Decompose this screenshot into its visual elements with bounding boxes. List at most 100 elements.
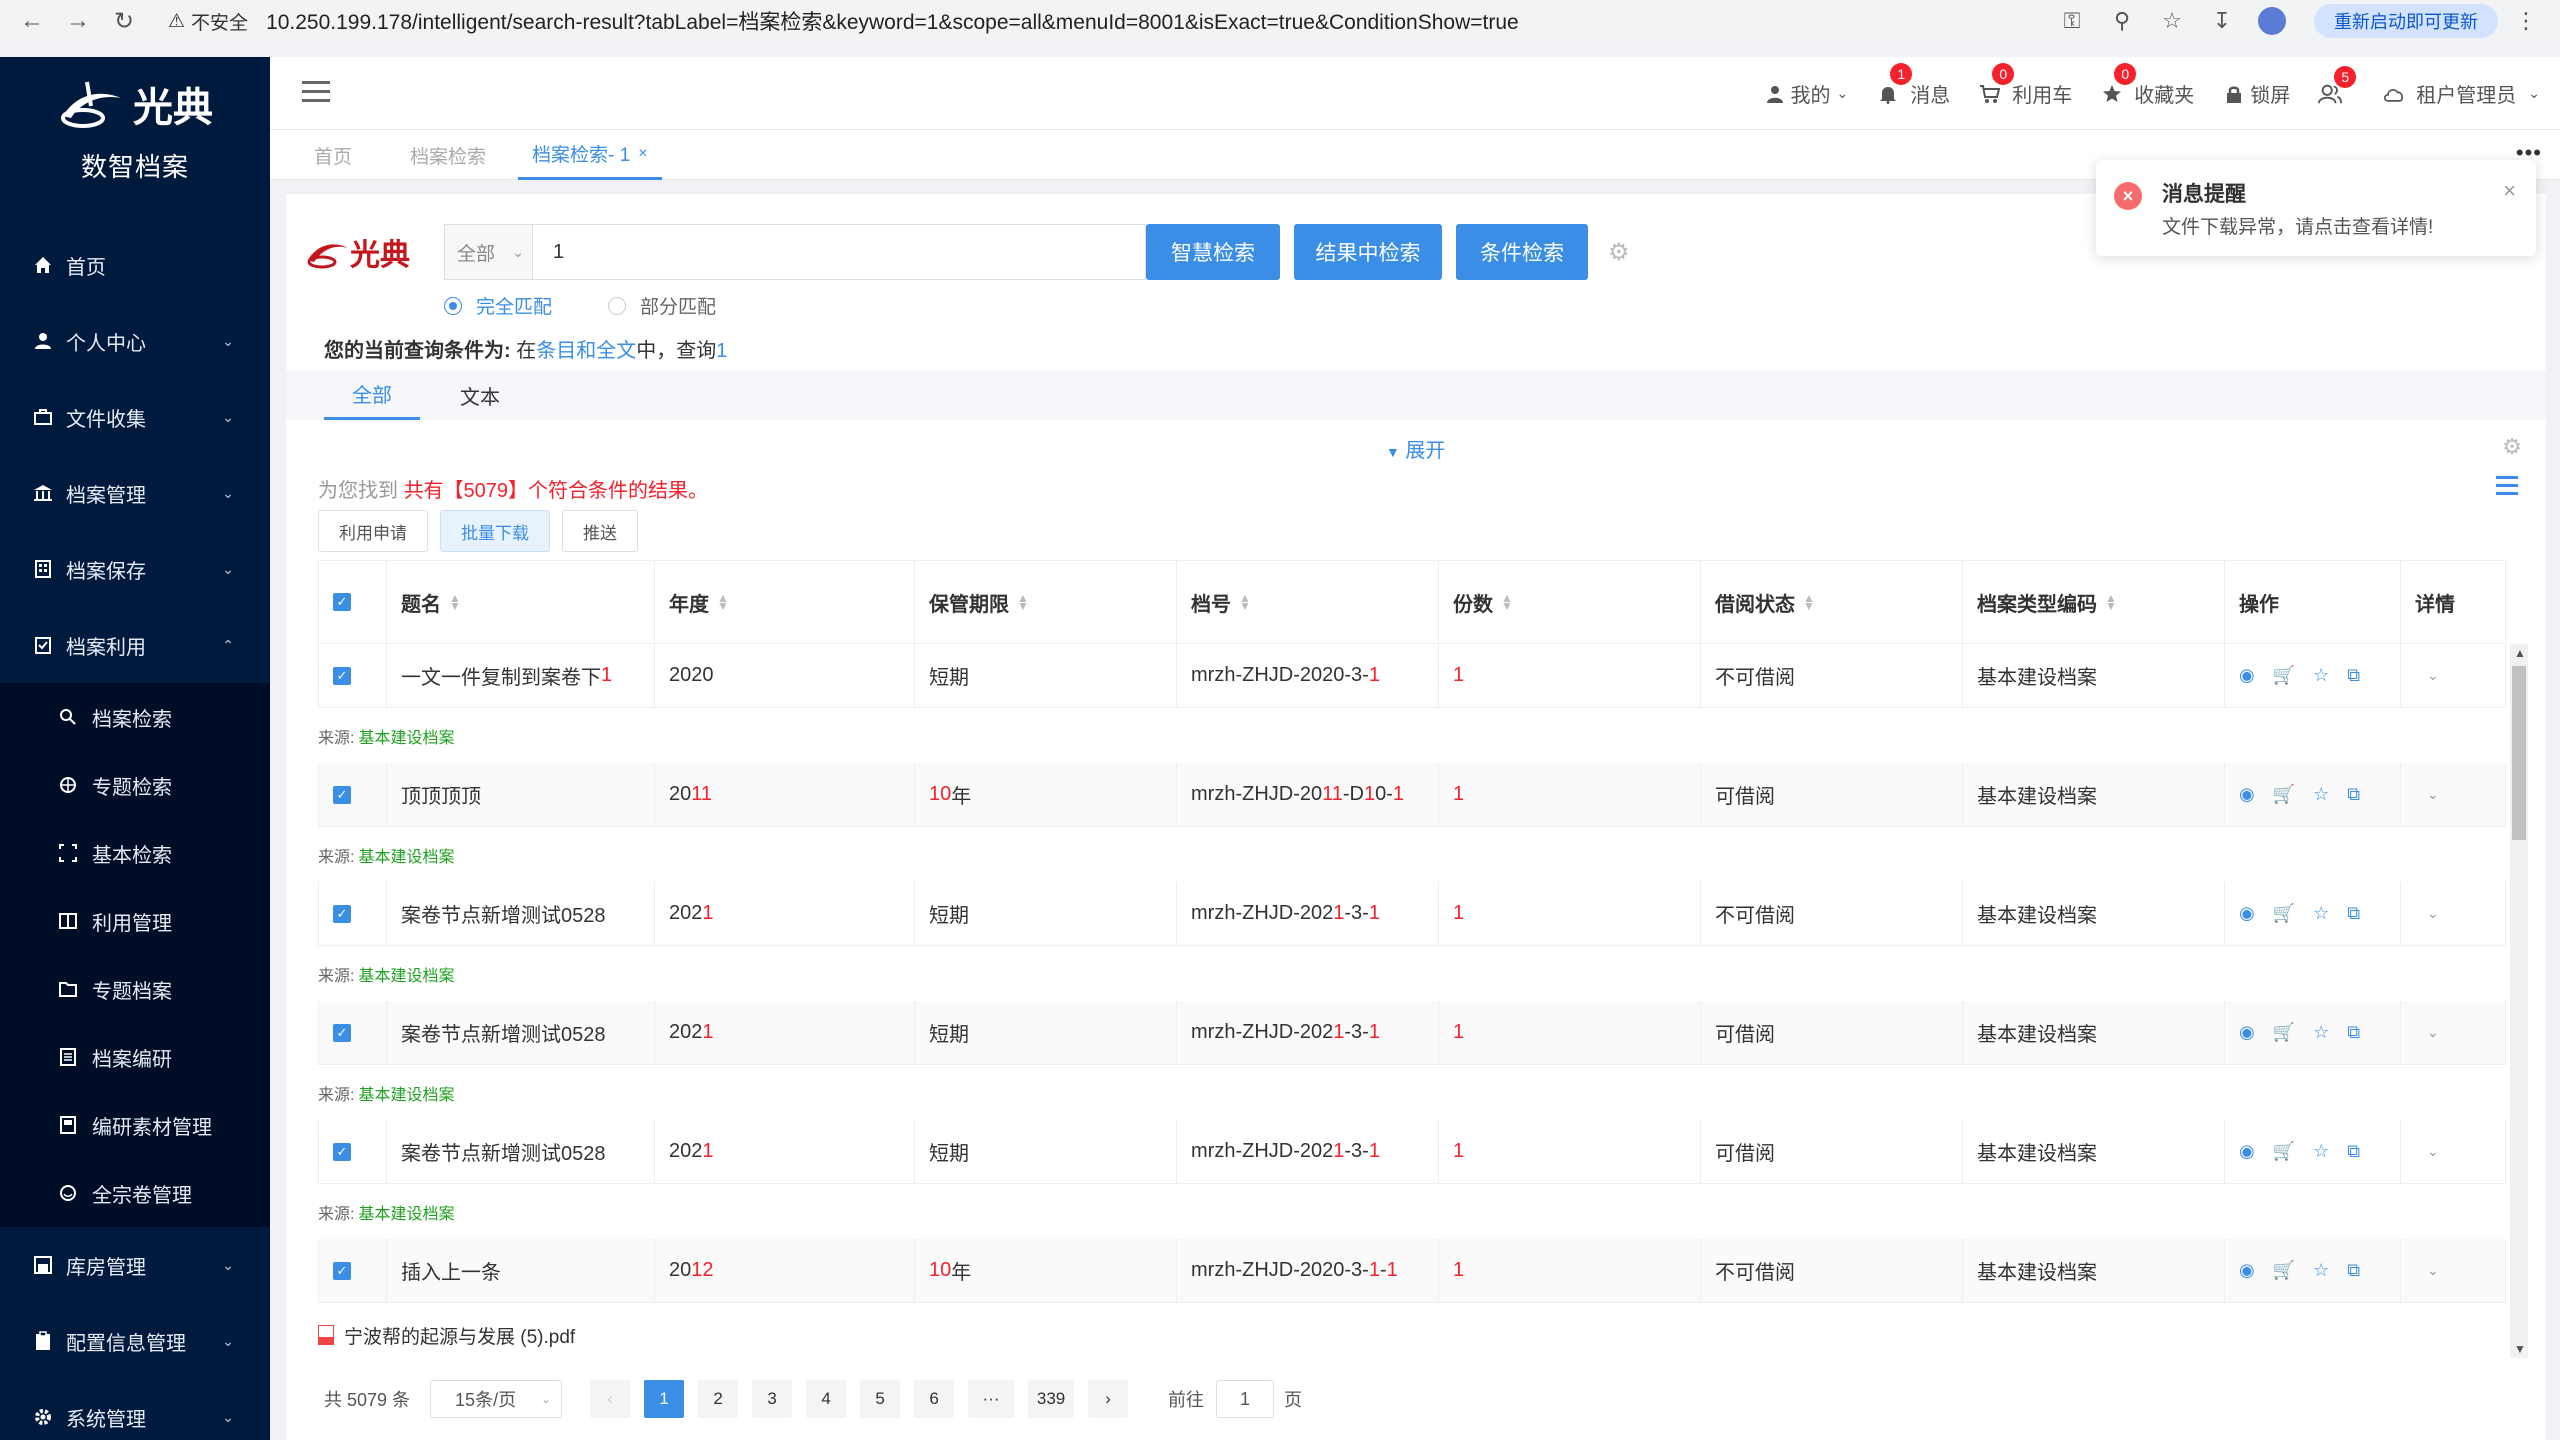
chevron-down-icon[interactable]: ⌄ xyxy=(2427,667,2439,684)
sidebar-item-archive-utilization[interactable]: 档案利用 ⌃ xyxy=(0,607,270,683)
copy-icon[interactable]: ⧉ xyxy=(2347,903,2360,924)
tab-archive-search[interactable]: 档案检索 xyxy=(410,130,486,180)
row-checkbox[interactable]: ✓ xyxy=(333,1261,351,1280)
sort-icon[interactable]: ▲ ▼ xyxy=(2105,592,2117,612)
star-icon[interactable]: ☆ xyxy=(2313,1022,2329,1043)
sidebar-item-system-management[interactable]: 系统管理 ⌄ xyxy=(0,1379,270,1440)
toast-message[interactable]: 文件下载异常，请点击查看详情! xyxy=(2162,212,2433,239)
forward-icon[interactable]: → xyxy=(64,7,92,35)
cart-icon[interactable]: 🛒 xyxy=(2273,1260,2295,1281)
kebab-menu-icon[interactable]: ⋮ xyxy=(2512,7,2540,35)
partial-match-radio[interactable] xyxy=(608,296,627,315)
sidebar-item-basic-search[interactable]: 基本检索 xyxy=(0,819,270,887)
page-size-select[interactable]: 15条/页 ⌄ xyxy=(430,1380,563,1418)
pdf-attachment[interactable]: 宁波帮的起源与发展 (5).pdf xyxy=(318,1303,2506,1367)
chevron-down-icon[interactable]: ⌄ xyxy=(2427,905,2439,922)
address-bar[interactable]: 10.250.199.178/intelligent/search-result… xyxy=(266,6,1519,36)
sort-icon[interactable]: ▲ ▼ xyxy=(1239,592,1251,612)
view-icon[interactable]: ◉ xyxy=(2239,1260,2255,1281)
push-button[interactable]: 推送 xyxy=(562,510,638,552)
table-row[interactable]: ✓ 案卷节点新增测试0528 202 1 短期 mrzh-ZHJD-202 1 -3- 1 1 可借… xyxy=(318,1001,2506,1065)
chevron-down-icon[interactable]: ⌄ xyxy=(2427,1024,2439,1041)
row-checkbox[interactable]: ✓ xyxy=(333,1023,351,1042)
zoom-icon[interactable]: ⚲ xyxy=(2108,7,2136,35)
gear-icon[interactable]: ⚙ xyxy=(1608,238,1630,267)
scroll-up-icon[interactable]: ▲ xyxy=(2514,646,2526,660)
scroll-down-icon[interactable]: ▼ xyxy=(2514,1342,2526,1356)
close-icon[interactable]: × xyxy=(638,145,647,163)
cart-icon[interactable]: 🛒 xyxy=(2273,1022,2295,1043)
apply-usage-button[interactable]: 利用申请 xyxy=(318,510,428,552)
sidebar-item-usage-management[interactable]: 利用管理 xyxy=(0,887,270,955)
table-row[interactable]: ✓ 案卷节点新增测试0528 202 1 短期 mrzh-ZHJD-202 1 -3- 1 1 可借… xyxy=(318,1120,2506,1184)
copy-icon[interactable]: ⧉ xyxy=(2347,1141,2360,1162)
chevron-down-icon[interactable]: ⌄ xyxy=(2427,1262,2439,1279)
col-borrow-status[interactable]: 借阅状态 ▲ ▼ xyxy=(1701,561,1963,643)
lock-screen-button[interactable]: 锁屏 xyxy=(2222,79,2290,108)
sidebar-item-fonds-management[interactable]: 全宗卷管理 xyxy=(0,1159,270,1227)
sort-icon[interactable]: ▲ ▼ xyxy=(449,592,461,612)
table-row[interactable]: ✓ 顶顶顶顶 20 11 10 年 mrzh-ZHJD-20 11 -D 1 0- 1 1 可借阅 基本建设… xyxy=(318,763,2506,827)
download-icon[interactable]: ↧ xyxy=(2208,7,2236,35)
condition-search-button[interactable]: 条件检索 xyxy=(1456,224,1588,280)
scrollbar-thumb[interactable] xyxy=(2512,666,2526,840)
page-button[interactable]: 4 xyxy=(806,1380,847,1418)
page-button[interactable]: 1 xyxy=(644,1380,685,1418)
view-icon[interactable]: ◉ xyxy=(2239,1141,2255,1162)
online-users-button[interactable]: 5 xyxy=(2318,65,2357,106)
cart-icon[interactable]: 🛒 xyxy=(2273,903,2295,924)
table-row[interactable]: ✓ 插入上一条 20 12 10 年 mrzh-ZHJD-2020-3- 1-1 1 不可借阅 基本… xyxy=(318,1239,2506,1303)
sidebar-item-archive-management[interactable]: 档案管理 ⌄ xyxy=(0,455,270,531)
key-icon[interactable]: ⚿ xyxy=(2058,7,2086,35)
page-button[interactable]: ··· xyxy=(968,1380,1015,1418)
sidebar-item-personal-center[interactable]: 个人中心 ⌄ xyxy=(0,303,270,379)
cart-icon[interactable]: 🛒 xyxy=(2273,665,2295,686)
view-icon[interactable]: ◉ xyxy=(2239,784,2255,805)
list-view-icon[interactable] xyxy=(2496,476,2518,500)
star-icon[interactable]: ☆ xyxy=(2313,1141,2329,1162)
row-checkbox[interactable]: ✓ xyxy=(333,666,351,685)
sidebar-item-topic-archive[interactable]: 专题档案 xyxy=(0,955,270,1023)
row-checkbox[interactable]: ✓ xyxy=(333,785,351,804)
sidebar-item-compilation-material[interactable]: 编研素材管理 xyxy=(0,1091,270,1159)
hamburger-menu-icon[interactable] xyxy=(302,81,330,103)
batch-download-button[interactable]: 批量下载 xyxy=(440,510,550,552)
goto-page-input[interactable]: 1 xyxy=(1216,1380,1275,1418)
star-icon[interactable]: ☆ xyxy=(2313,784,2329,805)
copy-icon[interactable]: ⧉ xyxy=(2347,665,2360,686)
keyword-input[interactable]: 1 xyxy=(532,224,1146,280)
insecure-indicator[interactable]: ⚠ 不安全 xyxy=(168,8,248,35)
tab-text[interactable]: 文本 xyxy=(444,370,516,420)
sidebar-item-file-collection[interactable]: 文件收集 ⌄ xyxy=(0,379,270,455)
col-retention[interactable]: 保管期限 ▲ ▼ xyxy=(915,561,1177,643)
page-button[interactable]: 339 xyxy=(1028,1380,1075,1418)
smart-search-button[interactable]: 智慧检索 xyxy=(1146,224,1280,280)
expand-toggle[interactable]: ▼ 展开 xyxy=(1386,434,1445,463)
prev-page-button[interactable]: ‹ xyxy=(590,1380,631,1418)
page-button[interactable]: 5 xyxy=(860,1380,901,1418)
star-icon[interactable]: ☆ xyxy=(2313,903,2329,924)
copy-icon[interactable]: ⧉ xyxy=(2347,1022,2360,1043)
select-all-checkbox[interactable]: ✓ xyxy=(333,593,351,611)
close-icon[interactable]: × xyxy=(2503,178,2516,204)
messages-button[interactable]: 1 消息 xyxy=(1876,63,1950,108)
tenant-admin-menu[interactable]: 租户管理员 ⌄ xyxy=(2382,79,2540,108)
sidebar-item-config-management[interactable]: 配置信息管理 ⌄ xyxy=(0,1303,270,1379)
sidebar-item-archive-storage[interactable]: 档案保存 ⌄ xyxy=(0,531,270,607)
table-row[interactable]: ✓ 一文一件复制到案卷下 1 2020 短期 mrzh-ZHJD-2020-3- 1 1 不可借… xyxy=(318,644,2506,708)
col-type-code[interactable]: 档案类型编码 ▲ ▼ xyxy=(1963,561,2225,643)
restart-update-button[interactable]: 重新启动即可更新 xyxy=(2314,4,2498,38)
gear-icon[interactable]: ⚙ xyxy=(2502,434,2522,460)
tab-home[interactable]: 首页 xyxy=(314,130,352,180)
star-icon[interactable]: ☆ xyxy=(2313,665,2329,686)
view-icon[interactable]: ◉ xyxy=(2239,903,2255,924)
scope-select[interactable]: 全部 ⌄ xyxy=(444,224,532,280)
sort-icon[interactable]: ▲ ▼ xyxy=(1501,592,1513,612)
sidebar-item-archive-search[interactable]: 档案检索 xyxy=(0,683,270,751)
view-icon[interactable]: ◉ xyxy=(2239,1022,2255,1043)
search-in-results-button[interactable]: 结果中检索 xyxy=(1294,224,1442,280)
table-row[interactable]: ✓ 案卷节点新增测试0528 202 1 短期 mrzh-ZHJD-202 1 -3- 1 1 不可… xyxy=(318,882,2506,946)
my-menu[interactable]: 我的 ⌄ xyxy=(1763,79,1848,108)
favorites-button[interactable]: 0 收藏夹 xyxy=(2100,63,2194,108)
sidebar-item-topic-search[interactable]: 专题检索 xyxy=(0,751,270,819)
